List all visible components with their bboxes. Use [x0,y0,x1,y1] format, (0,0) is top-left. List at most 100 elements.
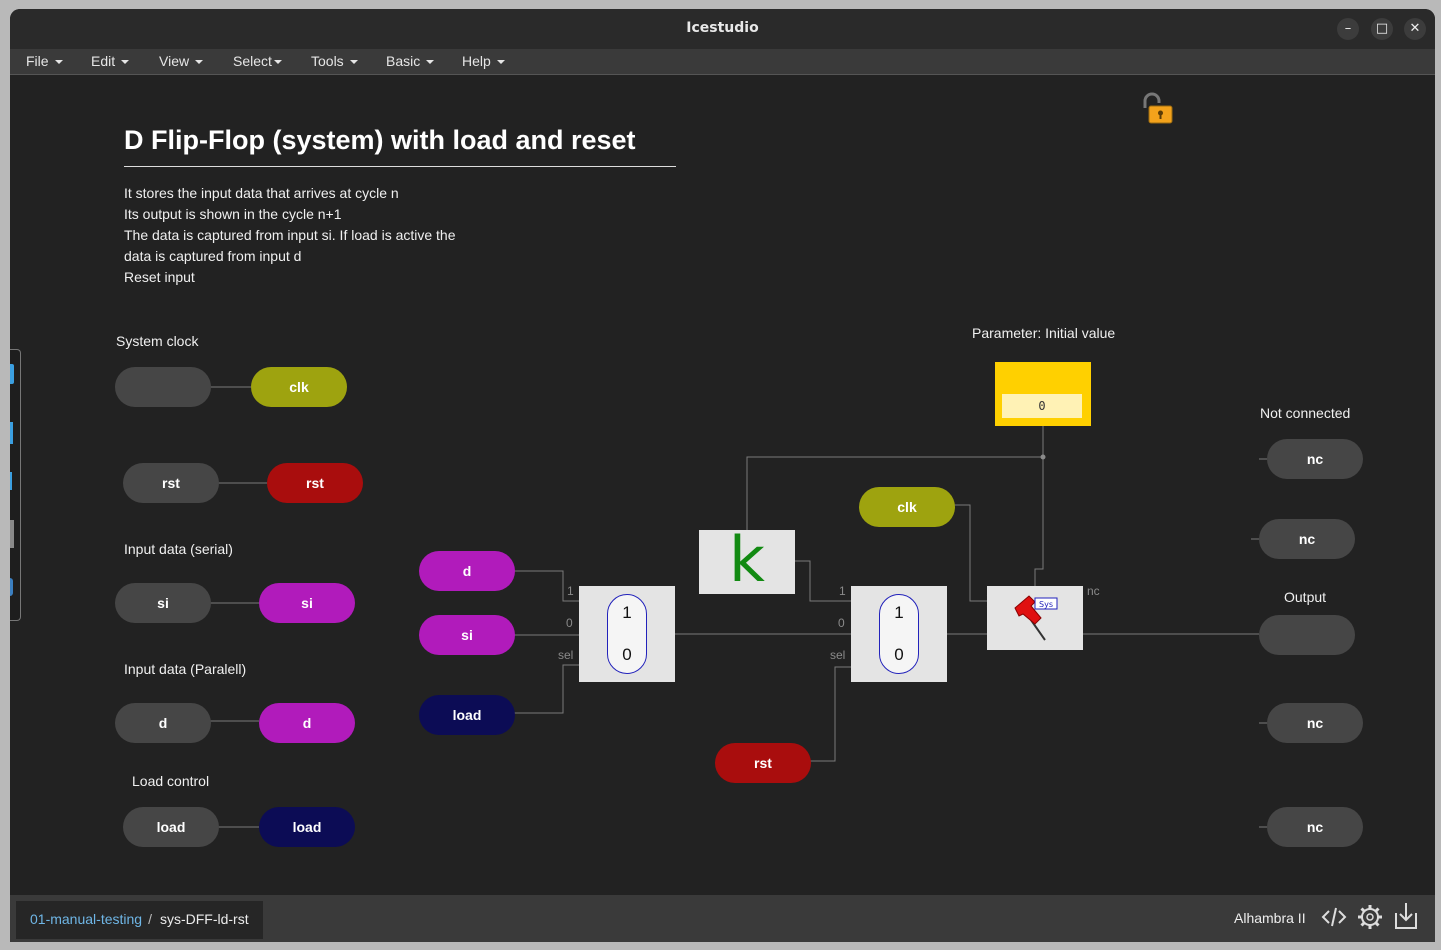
mux-input-0-label: 0 [622,645,632,664]
sys-badge: Sys [1039,600,1053,609]
caret-down-icon [54,60,63,65]
parameter-block[interactable]: 0 [995,362,1091,426]
nc-output-port[interactable]: nc [1259,519,1355,559]
menu-select[interactable]: Select [233,53,282,69]
port-sel-label: sel [830,648,846,662]
parameter-value-field[interactable]: 0 [1002,394,1082,418]
si-label-ref[interactable]: si [419,615,515,655]
sidebar-marker [10,472,12,490]
menu-select-label: Select [233,53,272,69]
output-label: Output [1284,589,1327,605]
port-1-label: 1 [567,584,574,598]
gear-icon[interactable] [1356,903,1384,931]
rst-input-port[interactable]: rst [123,463,219,503]
not-connected-label: Not connected [1260,405,1351,421]
breadcrumb-current: sys-DFF-ld-rst [159,911,249,927]
menu-help-label: Help [462,53,491,69]
load-label-block[interactable]: load [259,807,355,847]
description-line: data is captured from input d [124,248,302,264]
menu-basic[interactable]: Basic [386,53,435,69]
si-input-port[interactable]: si [115,583,211,623]
port-sel-label: sel [558,648,574,662]
download-icon[interactable] [1393,901,1419,931]
port-0-label: 0 [838,616,845,630]
status-bar: 01-manual-testing / sys-DFF-ld-rst Alhambr… [10,895,1435,942]
parameter-label: Parameter: Initial value [972,325,1116,341]
unlock-icon[interactable] [1140,92,1174,124]
sidebar-marker [10,422,13,444]
mux-symbol: 1 0 [607,594,647,674]
mux-block-1[interactable]: 1 0 [579,586,675,682]
sidebar-marker [10,578,13,596]
breadcrumb: 01-manual-testing / sys-DFF-ld-rst [16,901,263,939]
d-label-block[interactable]: d [259,703,355,743]
mux-block-2[interactable]: 1 0 [851,586,947,682]
description-line: Reset input [124,269,195,285]
menu-tools[interactable]: Tools [311,53,358,69]
load-label-ref[interactable]: load [419,695,515,735]
mux-input-0-label: 0 [894,645,904,664]
caret-down-icon [496,60,505,65]
rst-label-ref[interactable]: rst [715,743,811,783]
clk-label-block[interactable]: clk [251,367,347,407]
description-line: It stores the input data that arrives at… [124,185,399,201]
clk-input-port[interactable] [115,367,211,407]
nc-output-port[interactable]: nc [1267,439,1363,479]
menu-help[interactable]: Help [462,53,505,69]
input-parallel-label: Input data (Paralell) [124,661,247,677]
menu-edit[interactable]: Edit [91,53,130,69]
sidebar-marker [10,364,14,384]
nc-output-port[interactable]: nc [1267,807,1363,847]
mux-input-1-label: 1 [894,603,904,622]
constant-k-block[interactable]: k [699,523,795,596]
mux-symbol: 1 0 [879,594,919,674]
menu-file-label: File [26,53,49,69]
menu-view-label: View [159,53,190,69]
design-description: It stores the input data that arrives at… [124,183,456,288]
app-window: Icestudio – □ ✕ File Edit View Select To… [10,9,1435,942]
caret-down-icon [349,60,358,65]
code-icon[interactable] [1320,903,1348,931]
menu-file[interactable]: File [26,53,63,69]
port-1-label: 1 [839,584,846,598]
port-nc-label: nc [1087,584,1100,598]
menu-tools-label: Tools [311,53,344,69]
menu-view[interactable]: View [159,53,204,69]
collection-sidebar-tab[interactable] [10,349,21,621]
maximize-button[interactable]: □ [1371,18,1393,40]
board-name[interactable]: Alhambra II [1234,910,1306,926]
mux-input-1-label: 1 [622,603,632,622]
si-label-block[interactable]: si [259,583,355,623]
constant-k-symbol: k [729,523,765,596]
description-line: Its output is shown in the cycle n+1 [124,206,342,222]
output-port[interactable] [1259,615,1355,655]
caret-down-icon [195,60,204,65]
description-line: The data is captured from input si. If l… [124,227,456,243]
menu-bar: File Edit View Select Tools Basic Help [10,49,1435,75]
sidebar-marker [10,520,14,548]
caret-down-icon [121,60,130,65]
minimize-button[interactable]: – [1337,18,1359,40]
d-input-port[interactable]: d [115,703,211,743]
menu-basic-label: Basic [386,53,421,69]
port-0-label: 0 [566,616,573,630]
window-title: Icestudio [686,20,759,36]
design-title: D Flip-Flop (system) with load and reset [124,125,676,167]
caret-down-icon [273,60,282,65]
clk-label-ref[interactable]: clk [859,487,955,527]
breadcrumb-parent-link[interactable]: 01-manual-testing [30,911,142,927]
input-serial-label: Input data (serial) [124,541,233,557]
title-bar: Icestudio – □ ✕ [10,9,1435,49]
load-control-label: Load control [132,773,210,789]
sys-dff-block[interactable]: Sys [987,586,1083,650]
nc-output-port[interactable]: nc [1267,703,1363,743]
caret-down-icon [426,60,435,65]
design-canvas[interactable]: D Flip-Flop (system) with load and reset… [10,75,1435,895]
system-clock-label: System clock [116,333,199,349]
load-input-port[interactable]: load [123,807,219,847]
rst-label-block[interactable]: rst [267,463,363,503]
menu-edit-label: Edit [91,53,116,69]
d-label-ref[interactable]: d [419,551,515,591]
breadcrumb-separator: / [148,911,152,927]
close-button[interactable]: ✕ [1404,18,1426,40]
